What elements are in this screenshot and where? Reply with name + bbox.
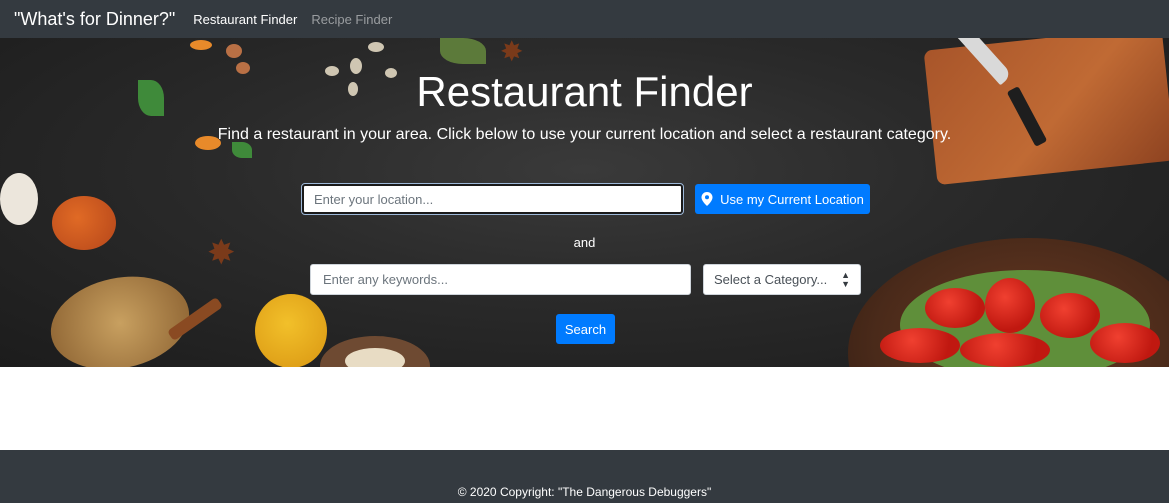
hazelnut-image xyxy=(226,44,242,58)
search-button[interactable]: Search xyxy=(556,314,615,344)
navbar: "What's for Dinner?" Restaurant Finder R… xyxy=(0,0,1169,38)
crawfish-image xyxy=(1040,293,1100,338)
pumpkin-seed-image xyxy=(368,42,384,52)
footer: © 2020 Copyright: "The Dangerous Debugge… xyxy=(0,450,1169,503)
hero-banner: ✸ ✸ Restaurant Finder Find a restaurant … xyxy=(0,38,1169,367)
page-title: Restaurant Finder xyxy=(416,68,753,115)
herb-spoon-image xyxy=(42,264,198,367)
keywords-input[interactable] xyxy=(310,264,691,295)
select-arrows-icon: ▲ ▼ xyxy=(841,269,850,289)
crawfish-image xyxy=(1090,323,1160,363)
page-subtitle: Find a restaurant in your area. Click be… xyxy=(217,126,952,143)
use-current-location-label: Use my Current Location xyxy=(720,191,864,207)
star-anise-image: ✸ xyxy=(500,38,524,67)
orange-peel-image xyxy=(190,40,212,50)
map-pin-icon xyxy=(701,192,713,206)
crawfish-image xyxy=(925,288,985,328)
brand-title[interactable]: "What's for Dinner?" xyxy=(14,9,175,30)
nav-recipe-finder[interactable]: Recipe Finder xyxy=(311,12,392,27)
use-current-location-button[interactable]: Use my Current Location xyxy=(695,184,870,214)
leaf-image xyxy=(440,38,486,64)
category-select-value: Select a Category... xyxy=(714,272,828,287)
leaf-image xyxy=(232,142,252,158)
and-label: and xyxy=(573,235,596,250)
crawfish-image xyxy=(960,333,1050,367)
beans-image xyxy=(345,348,405,367)
crawfish-image xyxy=(880,328,960,363)
turmeric-spice-image xyxy=(255,294,327,367)
location-input[interactable] xyxy=(301,183,684,215)
crawfish-image xyxy=(985,278,1035,333)
category-select[interactable]: Select a Category... ▲ ▼ xyxy=(703,264,861,295)
copyright-text: © 2020 Copyright: "The Dangerous Debugge… xyxy=(457,485,712,499)
nav-restaurant-finder[interactable]: Restaurant Finder xyxy=(193,12,297,27)
garlic-image xyxy=(0,173,38,225)
